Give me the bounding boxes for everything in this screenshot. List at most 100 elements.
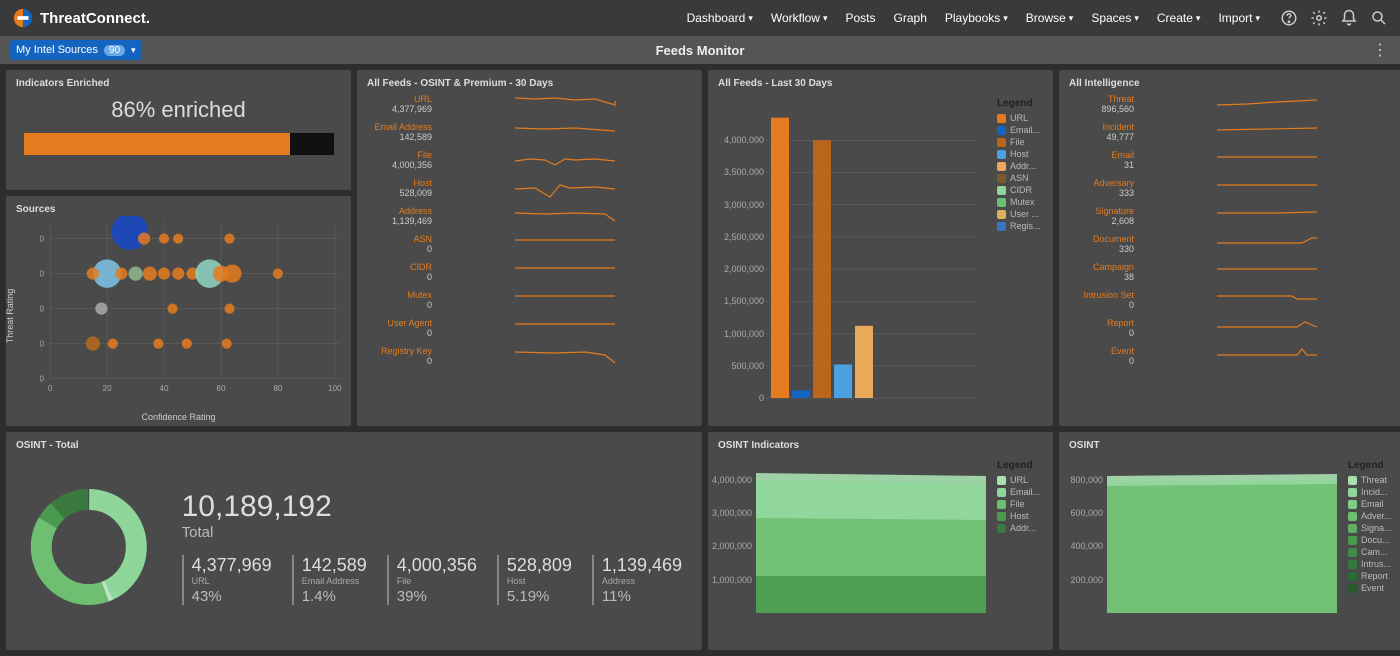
y-tick: 4,000,000 [716,135,764,145]
spark-row: Mutex0 [367,291,692,311]
spark-label: Address1,139,469 [367,207,432,227]
spark-line [1140,263,1394,283]
y-tick: 200,000 [1061,575,1103,585]
enriched-bar [24,133,334,155]
spark-row: Adversary333 [1069,179,1394,199]
legend-item: Threat [1348,475,1398,485]
spark-line [1140,179,1394,199]
spark-row: ASN0 [367,235,692,255]
card-osint-indicators: OSINT Indicators 1,000,0002,000,0003,000… [708,432,1053,650]
spark-label: Intrusion Set0 [1069,291,1134,311]
card-title: OSINT [1069,440,1394,451]
nav-workflow[interactable]: Workflow▾ [771,11,828,25]
help-icon[interactable] [1280,9,1298,27]
x-axis-label: Confidence Rating [141,412,215,422]
spark-row: Host528,009 [367,179,692,199]
spark-label: Email31 [1069,151,1134,171]
page-title: Feeds Monitor [656,43,745,58]
legend-item: File [997,137,1047,147]
spark-row: Incident49,777 [1069,123,1394,143]
spark-line [1140,123,1394,143]
spark-label: Report0 [1069,319,1134,339]
spark-line [438,263,692,283]
legend-item: Report [1348,571,1398,581]
spark-row: Document330 [1069,235,1394,255]
brand-logo: ThreatConnect. [12,7,150,29]
card-title: All Feeds - OSINT & Premium - 30 Days [367,78,692,89]
chevron-down-icon: ▾ [131,45,136,56]
y-tick: 3,000,000 [710,508,752,518]
nav-playbooks[interactable]: Playbooks▾ [945,11,1008,25]
y-tick: 800,000 [1061,475,1103,485]
spark-line [438,291,692,311]
top-nav: ThreatConnect. Dashboard▾ Workflow▾ Posts G… [0,0,1400,36]
nav-graph[interactable]: Graph [894,11,927,25]
spark-label: ASN0 [367,235,432,255]
legend-item: Mutex [997,197,1047,207]
y-tick: 2,000,000 [710,541,752,551]
nav-browse[interactable]: Browse▾ [1026,11,1074,25]
legend: Legend ThreatIncid...EmailAdver...Signa.… [1348,460,1398,595]
legend-item: User ... [997,209,1047,219]
legend-title: Legend [997,98,1047,109]
nav-create[interactable]: Create▾ [1157,11,1201,25]
osint-donut-chart [26,467,152,627]
spark-label: Threat896,560 [1069,95,1134,115]
spark-label: Adversary333 [1069,179,1134,199]
svg-text:60: 60 [216,384,226,393]
chevron-down-icon: ▾ [1255,13,1260,24]
intel-sources-pill[interactable]: My Intel Sources 90 ▾ [10,40,142,60]
y-tick: 400,000 [1061,541,1103,551]
spark-row: Address1,139,469 [367,207,692,227]
donut-stat: 142,589Email Address1.4% [292,555,367,605]
sources-scatter-chart: 0204060801000.01.02.03.04.0 [40,216,345,394]
search-icon[interactable] [1370,9,1388,27]
chevron-down-icon: ▾ [1069,13,1074,24]
all-feeds-bar-chart [766,98,976,408]
nav-import[interactable]: Import▾ [1218,11,1260,25]
bell-icon[interactable] [1340,9,1358,27]
spark-row: Event0 [1069,347,1394,367]
spark-row: CIDR0 [367,263,692,283]
svg-text:100: 100 [328,384,342,393]
legend: Legend URLEmail...FileHostAddr... [997,460,1047,535]
spark-line [1140,151,1394,171]
y-tick: 4,000,000 [710,475,752,485]
spark-label: Event0 [1069,347,1134,367]
nav-posts[interactable]: Posts [846,11,876,25]
card-title: Sources [16,204,341,215]
osint-area-chart [1107,458,1337,623]
spark-label: Mutex0 [367,291,432,311]
y-tick: 2,500,000 [716,232,764,242]
osint-total-value: 10,189,192 [182,490,682,524]
svg-text:3.0: 3.0 [40,270,45,279]
spark-label: CIDR0 [367,263,432,283]
chevron-down-icon: ▾ [748,13,753,24]
spark-line [438,95,692,115]
more-icon[interactable]: ⋮ [1372,40,1388,60]
nav-dashboard[interactable]: Dashboard▾ [687,11,753,25]
brand-text: ThreatConnect. [40,10,150,27]
spark-row: User Agent0 [367,319,692,339]
card-indicators-enriched: Indicators Enriched 86% enriched [6,70,351,190]
donut-stat: 1,139,469Address11% [592,555,682,605]
svg-text:0: 0 [48,384,53,393]
legend-title: Legend [997,460,1047,471]
card-osint-total: OSINT - Total 10,189,192 Total 4,377,969… [6,432,702,650]
spark-row: Signature2,608 [1069,207,1394,227]
gear-icon[interactable] [1310,9,1328,27]
legend-item: Intrus... [1348,559,1398,569]
svg-text:0.0: 0.0 [40,375,45,384]
card-title: All Feeds - Last 30 Days [718,78,1043,89]
legend-title: Legend [1348,460,1398,471]
legend-item: Docu... [1348,535,1398,545]
y-axis-label: Threat Rating [6,289,15,344]
y-tick: 1,500,000 [716,296,764,306]
enriched-text: 86% enriched [16,97,341,123]
spark-row: Threat896,560 [1069,95,1394,115]
y-tick: 3,500,000 [716,167,764,177]
donut-stat: 528,809Host5.19% [497,555,572,605]
nav-spaces[interactable]: Spaces▾ [1091,11,1139,25]
spark-line [1140,207,1394,227]
spark-line [438,123,692,143]
